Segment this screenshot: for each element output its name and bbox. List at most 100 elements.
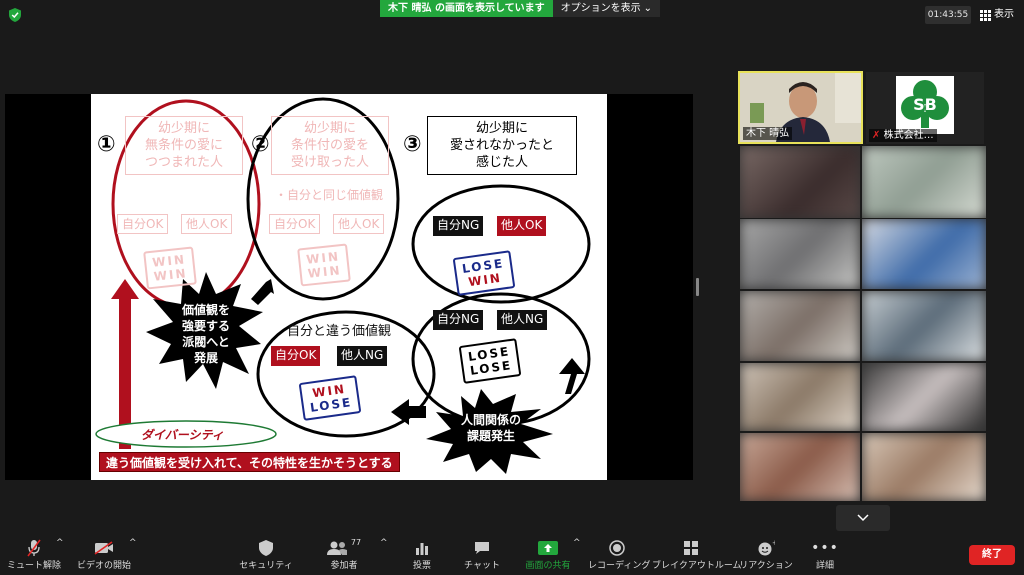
chat-label: チャット	[464, 561, 500, 571]
arrow-left	[391, 399, 426, 425]
blurred-video	[740, 433, 860, 501]
participants-options-chevron[interactable]: ^	[380, 538, 388, 548]
grid-icon	[980, 9, 991, 21]
chevron-down-icon: ⌄	[643, 3, 653, 14]
video-tile-8[interactable]	[862, 291, 986, 361]
split-divider-handle[interactable]	[696, 278, 699, 296]
end-meeting-button[interactable]: 終了	[969, 545, 1015, 565]
ellipsis-icon: •••	[811, 540, 839, 556]
burst-text-1: 価値観を 強要する 派閥へと 発展	[171, 302, 241, 366]
blurred-video	[740, 219, 860, 289]
view-layout-button[interactable]: 表示	[980, 6, 1014, 24]
video-tile-9[interactable]	[740, 363, 860, 431]
stamp1-line2: WIN	[153, 266, 189, 284]
microphone-muted-icon	[27, 539, 41, 557]
security-shield-icon[interactable]	[9, 8, 21, 22]
box1-line2: 無条件の愛に	[144, 138, 223, 153]
number-1: ①	[97, 132, 116, 157]
video-tile-11[interactable]	[740, 433, 860, 501]
share-screen-icon	[538, 541, 558, 555]
audio-options-chevron[interactable]: ^	[56, 538, 64, 548]
reactions-label: リアクション	[739, 561, 793, 571]
other-ok-tag-1: 他人OK	[181, 214, 233, 234]
security-button[interactable]: セキュリティ	[238, 538, 294, 571]
burst1-line1: 価値観を	[181, 303, 230, 317]
video-tile-5[interactable]	[740, 219, 860, 289]
stamp-win-win-2: WIN WIN	[297, 243, 351, 287]
video-tile-10[interactable]	[862, 363, 986, 431]
record-icon	[609, 540, 625, 556]
video-tile-company[interactable]: SB ✗ 株式会社…	[866, 72, 984, 144]
video-tile-3[interactable]	[740, 146, 860, 218]
category-box-1: 幼少期に 無条件の愛に つつまれた人	[125, 116, 243, 175]
reactions-button[interactable]: + リアクション	[738, 538, 794, 571]
self-ok-tag-2: 自分OK	[269, 214, 321, 234]
other-ok-tag-2: 他人OK	[333, 214, 385, 234]
box1-line1: 幼少期に	[157, 121, 210, 136]
svg-text:+: +	[772, 540, 775, 547]
other-ng-tag-5: 他人NG	[337, 346, 388, 366]
video-options-chevron[interactable]: ^	[129, 538, 137, 548]
self-ng-tag-3: 自分NG	[433, 216, 484, 236]
view-options-button[interactable]: オプションを表示 ⌄	[552, 0, 661, 17]
participants-button[interactable]: 77 参加者	[316, 538, 372, 571]
video-tile-12[interactable]	[862, 433, 986, 501]
video-camera-off-icon	[94, 541, 113, 555]
box3-line2: 愛されなかったと	[449, 138, 554, 153]
sharing-status-text: 木下 晴弘 の画面を表示しています	[380, 0, 553, 17]
start-video-label: ビデオの開始	[76, 561, 131, 571]
red-arrow-head	[111, 279, 139, 299]
burst2-line1: 人間関係の	[460, 413, 521, 427]
more-button[interactable]: ••• 詳細	[800, 538, 850, 571]
box3-line1: 幼少期に	[475, 121, 528, 136]
box2-line2: 条件付の愛を	[290, 138, 369, 153]
share-screen-button[interactable]: 画面の共有	[520, 538, 576, 571]
box2-line3: 受け取った人	[290, 155, 369, 170]
burst1-line2: 強要する	[181, 319, 230, 333]
self-ok-tag-1: 自分OK	[117, 214, 169, 234]
self-ng-tag-4: 自分NG	[433, 310, 484, 330]
polls-label: 投票	[412, 561, 431, 571]
box2-line1: 幼少期に	[303, 121, 356, 136]
share-screen-label: 画面の共有	[525, 561, 571, 571]
polls-button[interactable]: 投票	[396, 538, 448, 571]
record-button[interactable]: レコーディング	[588, 538, 650, 571]
share-banner: 木下 晴弘 の画面を表示しています オプションを表示 ⌄	[380, 0, 661, 17]
video-tile-6[interactable]	[862, 219, 986, 289]
blurred-video	[862, 146, 986, 218]
chevron-down-icon	[857, 514, 869, 522]
video-tile-4[interactable]	[862, 146, 986, 218]
other-ok-tag-3: 他人OK	[497, 216, 547, 236]
burst1-line3: 派閥へと	[182, 335, 230, 349]
number-2: ②	[251, 132, 270, 157]
chat-button[interactable]: チャット	[456, 538, 508, 571]
stamp2-line2: WIN	[307, 263, 343, 281]
burst2-line2: 課題発生	[466, 429, 515, 443]
security-label: セキュリティ	[239, 561, 293, 571]
start-video-button[interactable]: ビデオの開始	[76, 538, 132, 571]
bottom-banner: 違う価値観を受け入れて、その特性を生かそうとする	[99, 452, 400, 472]
share-options-chevron[interactable]: ^	[573, 538, 581, 548]
other-ng-tag-4: 他人NG	[497, 310, 548, 330]
mute-button[interactable]: ミュート解除	[6, 538, 62, 571]
mute-label: ミュート解除	[6, 561, 61, 571]
video-tile-speaker[interactable]: 木下 晴弘	[738, 71, 863, 144]
gallery-next-page-button[interactable]	[836, 505, 890, 531]
blurred-video	[862, 219, 986, 289]
box3-line3: 感じた人	[475, 155, 528, 170]
stamp-win-lose: WIN LOSE	[298, 375, 362, 421]
burst1-line4: 発展	[193, 351, 218, 365]
participant-name-label: 木下 晴弘	[743, 127, 793, 140]
blurred-video	[862, 433, 986, 501]
stamp-lose-win: LOSE WIN	[452, 250, 516, 296]
participants-icon	[326, 541, 347, 555]
diff-values-label: 自分と違う価値観	[287, 324, 392, 339]
participant-name-2: 株式会社…	[883, 130, 934, 141]
view-layout-label: 表示	[994, 9, 1014, 20]
blurred-video	[740, 146, 860, 218]
burst-text-2: 人間関係の 課題発生	[451, 412, 531, 444]
participant-count: 77	[350, 538, 362, 547]
same-values-label: ・自分と同じ価値観	[275, 188, 384, 202]
video-tile-7[interactable]	[740, 291, 860, 361]
breakout-rooms-button[interactable]: ブレイクアウトルーム	[652, 538, 742, 571]
